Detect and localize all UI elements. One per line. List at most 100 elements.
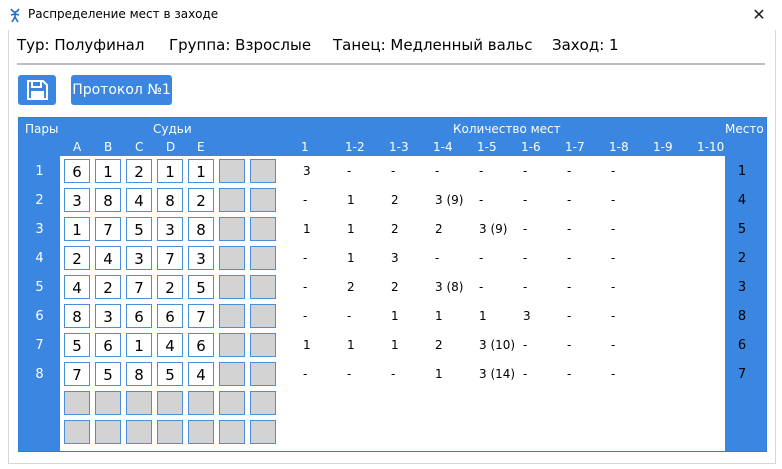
empty-mark-cell[interactable]	[250, 188, 276, 212]
empty-mark-cell[interactable]	[188, 420, 214, 444]
dance-label: Танец: Медленный вальс	[333, 36, 533, 54]
count-cell: -	[303, 251, 308, 265]
empty-mark-cell[interactable]	[250, 391, 276, 415]
count-cell: -	[435, 164, 440, 178]
count-header: 1-4	[433, 140, 453, 154]
mark-cell[interactable]: 5	[64, 333, 90, 357]
mark-cell[interactable]: 1	[95, 159, 121, 183]
mark-cell[interactable]: 4	[64, 275, 90, 299]
mark-cell[interactable]: 7	[126, 275, 152, 299]
mark-cell[interactable]: 1	[64, 217, 90, 241]
place-value: 7	[737, 367, 747, 382]
mark-cell[interactable]: 3	[64, 188, 90, 212]
count-cell: -	[567, 251, 572, 265]
mark-cell[interactable]: 7	[188, 304, 214, 328]
mark-cell[interactable]: 3	[188, 246, 214, 270]
count-cell: 3 (9)	[479, 222, 508, 236]
mark-cell[interactable]: 3	[157, 217, 183, 241]
mark-cell[interactable]: 5	[126, 217, 152, 241]
mark-cell[interactable]: 4	[126, 188, 152, 212]
empty-mark-cell[interactable]	[219, 362, 245, 386]
mark-cell[interactable]: 2	[64, 246, 90, 270]
empty-mark-cell[interactable]	[95, 391, 121, 415]
empty-mark-cell[interactable]	[157, 420, 183, 444]
round-label: Тур: Полуфинал	[17, 36, 145, 54]
mark-cell[interactable]: 3	[126, 246, 152, 270]
count-cell: -	[391, 164, 396, 178]
mark-cell[interactable]: 7	[64, 362, 90, 386]
mark-cell[interactable]: 8	[188, 217, 214, 241]
close-button[interactable]: ✕	[736, 0, 782, 30]
pair-number: 6	[35, 309, 44, 324]
mark-cell[interactable]: 5	[188, 275, 214, 299]
mark-cell[interactable]: 1	[188, 159, 214, 183]
mark-cell[interactable]: 4	[157, 333, 183, 357]
heat-label: Заход: 1	[552, 36, 619, 54]
mark-cell[interactable]: 2	[157, 275, 183, 299]
empty-mark-cell[interactable]	[250, 275, 276, 299]
mark-cell[interactable]: 2	[126, 159, 152, 183]
empty-mark-cell[interactable]	[64, 391, 90, 415]
mark-cell[interactable]: 2	[188, 188, 214, 212]
empty-mark-cell[interactable]	[219, 217, 245, 241]
count-header: 1-9	[653, 140, 673, 154]
empty-mark-cell[interactable]	[219, 304, 245, 328]
empty-mark-cell[interactable]	[64, 420, 90, 444]
empty-mark-cell[interactable]	[250, 217, 276, 241]
count-cell: 3 (8)	[435, 280, 464, 294]
mark-cell[interactable]: 8	[126, 362, 152, 386]
empty-mark-cell[interactable]	[188, 391, 214, 415]
group-label: Группа: Взрослые	[169, 36, 312, 54]
mark-cell[interactable]: 6	[188, 333, 214, 357]
count-cell: -	[523, 222, 528, 236]
mark-cell[interactable]: 3	[95, 304, 121, 328]
empty-mark-cell[interactable]	[219, 188, 245, 212]
empty-mark-cell[interactable]	[95, 420, 121, 444]
count-cell: 1	[347, 251, 355, 265]
count-cell: -	[611, 338, 616, 352]
empty-mark-cell[interactable]	[219, 246, 245, 270]
mark-cell[interactable]: 2	[95, 275, 121, 299]
empty-mark-cell[interactable]	[250, 246, 276, 270]
empty-mark-cell[interactable]	[219, 159, 245, 183]
mark-cell[interactable]: 1	[126, 333, 152, 357]
mark-cell[interactable]: 5	[95, 362, 121, 386]
count-cell: 1	[479, 309, 487, 323]
empty-mark-cell[interactable]	[126, 391, 152, 415]
empty-mark-cell[interactable]	[250, 362, 276, 386]
empty-mark-cell[interactable]	[250, 420, 276, 444]
count-cell: 2	[391, 280, 399, 294]
count-cell: 1	[347, 222, 355, 236]
mark-cell[interactable]: 5	[157, 362, 183, 386]
count-cell: -	[523, 367, 528, 381]
empty-mark-cell[interactable]	[219, 420, 245, 444]
window-title: Распределение мест в заходе	[28, 7, 219, 21]
count-cell: 2	[391, 222, 399, 236]
header-count: Количество мест	[453, 122, 561, 136]
mark-cell[interactable]: 6	[157, 304, 183, 328]
judge-header-d: D	[166, 140, 176, 154]
empty-mark-cell[interactable]	[250, 159, 276, 183]
count-cell: -	[611, 251, 616, 265]
mark-cell[interactable]: 6	[64, 159, 90, 183]
empty-mark-cell[interactable]	[126, 420, 152, 444]
mark-cell[interactable]: 4	[95, 246, 121, 270]
count-cell: 3 (14)	[479, 367, 516, 381]
mark-cell[interactable]: 7	[95, 217, 121, 241]
mark-cell[interactable]: 8	[157, 188, 183, 212]
empty-mark-cell[interactable]	[250, 333, 276, 357]
save-button[interactable]	[18, 75, 56, 105]
mark-cell[interactable]: 1	[157, 159, 183, 183]
mark-cell[interactable]: 6	[126, 304, 152, 328]
mark-cell[interactable]: 6	[95, 333, 121, 357]
empty-mark-cell[interactable]	[219, 275, 245, 299]
mark-cell[interactable]: 8	[95, 188, 121, 212]
mark-cell[interactable]: 7	[157, 246, 183, 270]
empty-mark-cell[interactable]	[219, 333, 245, 357]
mark-cell[interactable]: 8	[64, 304, 90, 328]
empty-mark-cell[interactable]	[250, 304, 276, 328]
mark-cell[interactable]: 4	[188, 362, 214, 386]
empty-mark-cell[interactable]	[157, 391, 183, 415]
protocol-button[interactable]: Протокол №1	[71, 75, 172, 105]
empty-mark-cell[interactable]	[219, 391, 245, 415]
